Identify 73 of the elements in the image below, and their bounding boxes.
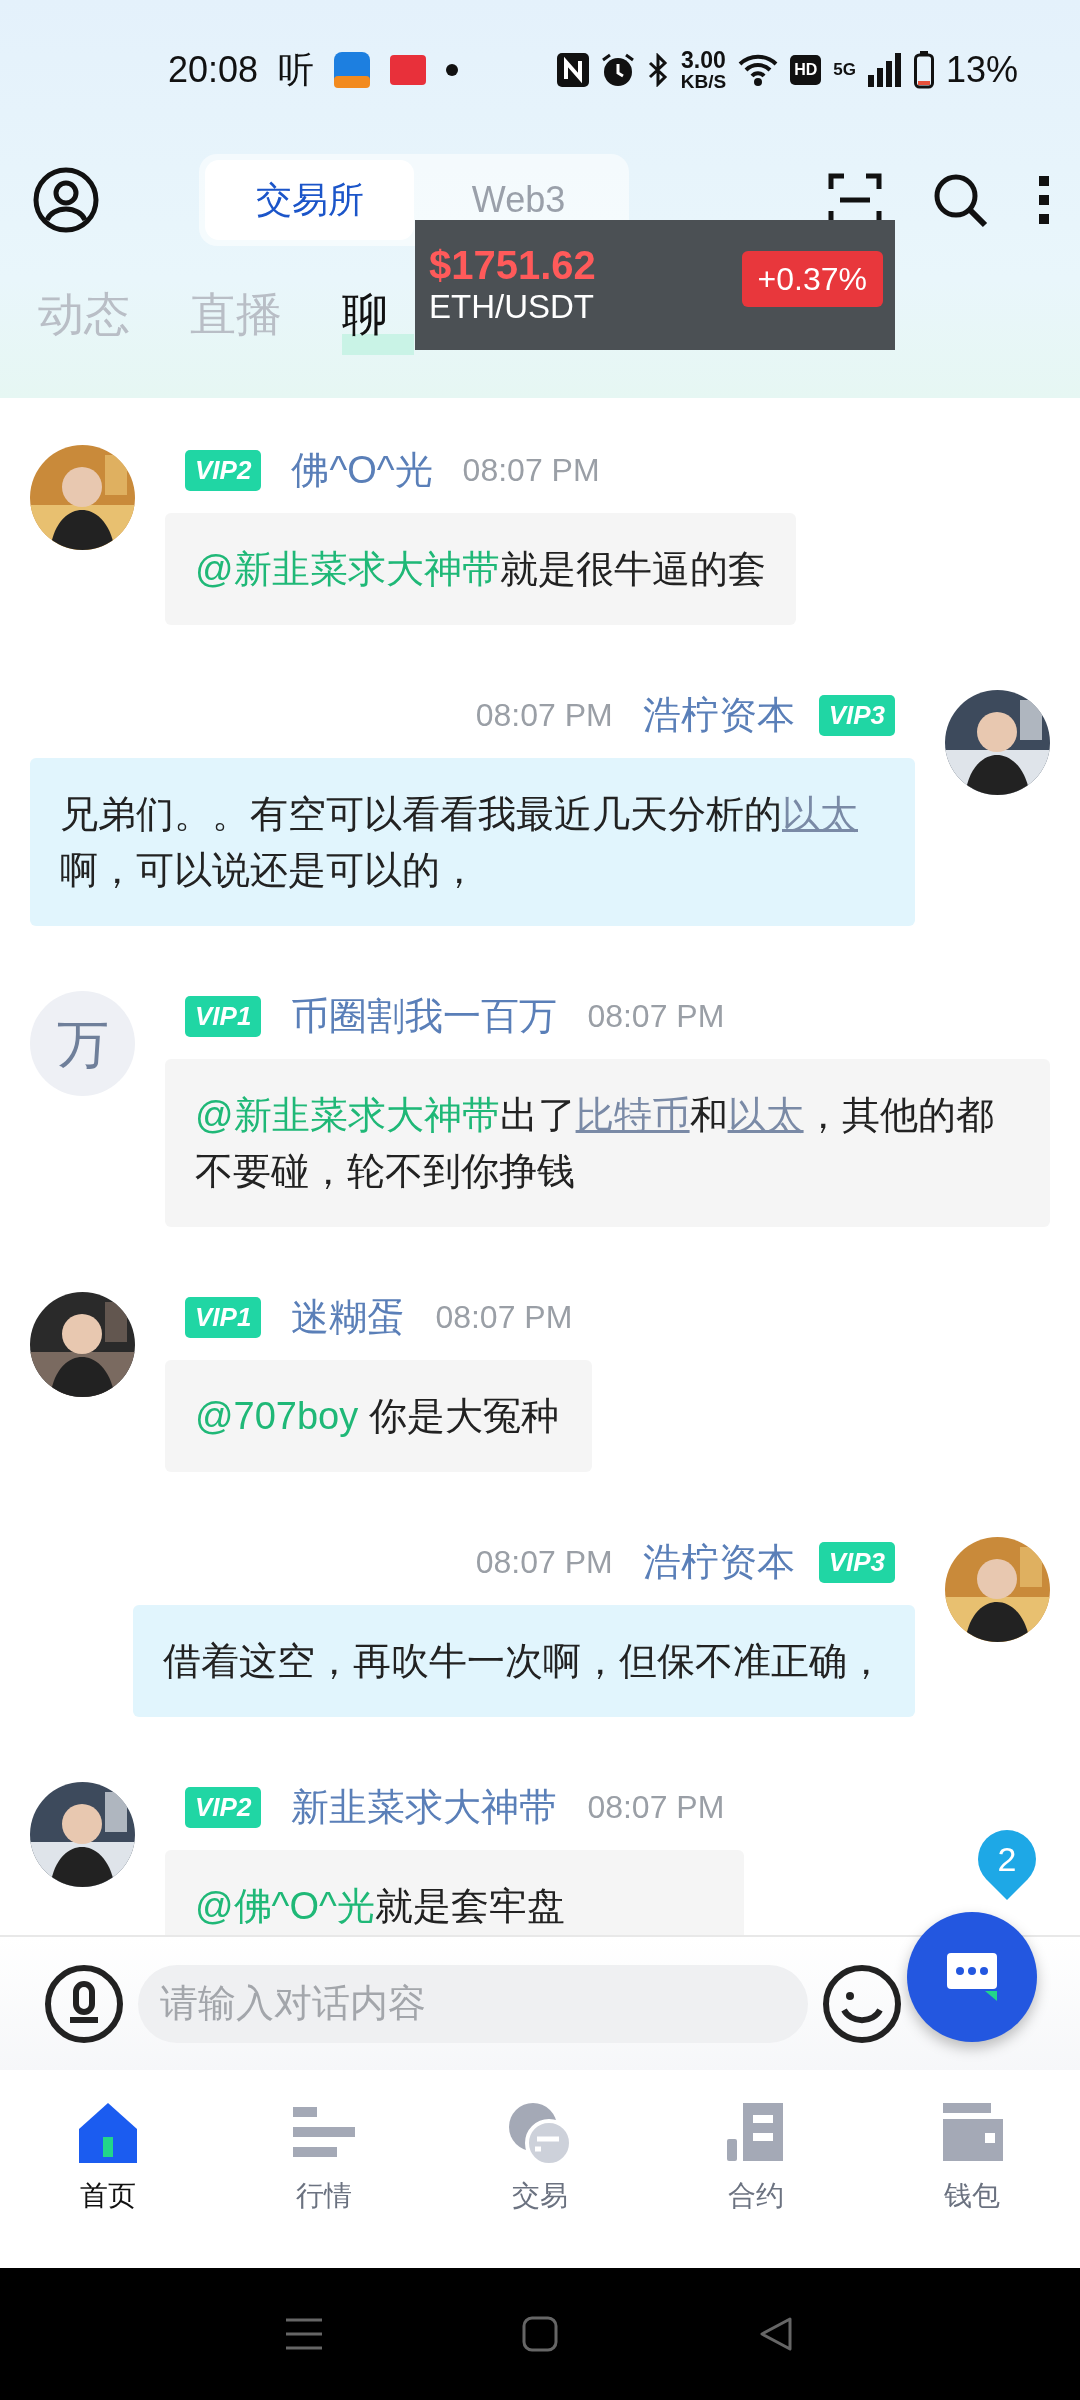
topic-link[interactable]: 比特币 [575, 1094, 690, 1136]
more-icon[interactable] [1038, 175, 1050, 225]
mention-link[interactable]: @新韭菜求大神带 [195, 548, 500, 590]
speed-unit: KB/S [680, 72, 727, 91]
network-type: 5G [833, 59, 856, 82]
profile-icon[interactable] [33, 167, 99, 233]
message-time: 08:07 PM [435, 1298, 573, 1337]
nav-label: 行情 [296, 2179, 352, 2213]
nav-label: 钱包 [944, 2179, 1000, 2213]
back-icon[interactable] [758, 2316, 794, 2352]
user-name[interactable]: 佛^O^光 [291, 441, 433, 499]
topic-link[interactable]: 以太 [782, 793, 858, 835]
vip-badge: VIP2 [185, 449, 262, 491]
battery-level: 13% [945, 48, 1018, 92]
mention-link[interactable]: @佛^O^光 [195, 1885, 375, 1927]
mention-link[interactable]: @707boy [195, 1395, 359, 1437]
message-time: 08:07 PM [587, 1788, 725, 1827]
user-name[interactable]: 迷糊蛋 [291, 1288, 406, 1346]
nav-tab[interactable]: 合约 [648, 2098, 864, 2268]
home-icon[interactable] [522, 2316, 558, 2352]
topic-link[interactable]: 以太 [727, 1094, 804, 1136]
nav-label: 首页 [80, 2179, 136, 2213]
nfc-icon [556, 53, 589, 87]
message-time: 08:07 PM [475, 1543, 613, 1582]
app-glyph: 听 [278, 48, 315, 92]
app-icon [390, 55, 427, 85]
change-tag: +0.37% [741, 251, 883, 307]
nav-tab[interactable]: 首页 [0, 2098, 216, 2268]
search-icon[interactable] [932, 172, 988, 228]
avatar: 万 [30, 991, 135, 1096]
network-speed: 3.00 [680, 49, 727, 72]
user-name[interactable]: 新韭菜求大神带 [291, 1778, 558, 1836]
vip-badge: VIP3 [818, 1541, 895, 1583]
price-tooltip[interactable]: $1751.62 ETH/USDT +0.37% [415, 220, 895, 350]
smiley-icon[interactable] [822, 1963, 902, 2044]
message-time: 08:07 PM [462, 451, 600, 490]
battery-icon [913, 51, 934, 89]
wifi-icon [738, 54, 779, 86]
nav-tab[interactable]: 行情 [216, 2098, 432, 2268]
clock-time: 20:08 [168, 48, 259, 92]
bluetooth-icon [646, 53, 669, 87]
message-text: @新韭菜求大神带就是很牛逼的套 [195, 547, 766, 592]
ticker-price: $1751.62 [429, 243, 596, 288]
user-name[interactable]: 浩柠资本 [642, 1533, 795, 1591]
menu-icon[interactable] [286, 2317, 322, 2351]
message-text: 借着这空，再吹牛一次啊，但保不准正确， [163, 1639, 885, 1684]
message-text: @707boy 你是大冤种 [195, 1394, 560, 1439]
app-icon [334, 52, 371, 88]
vip-badge: VIP3 [818, 694, 895, 736]
message-time: 08:07 PM [475, 696, 613, 735]
dot-icon [446, 64, 459, 76]
microphone-icon[interactable] [44, 1963, 124, 2044]
user-name[interactable]: 币圈割我一百万 [291, 987, 558, 1045]
nav-tab[interactable]: 钱包 [864, 2098, 1080, 2268]
segment-tab[interactable]: 交易所 [205, 160, 414, 240]
message-text: @佛^O^光就是套牢盘 [195, 1884, 566, 1929]
message-input[interactable]: 请输入对话内容 [138, 1964, 808, 2043]
alarm-icon [600, 53, 635, 87]
vip-badge: VIP1 [185, 995, 262, 1037]
vip-badge: VIP1 [185, 1296, 262, 1338]
vip-badge: VIP2 [185, 1786, 262, 1828]
nav-label: 交易 [512, 2179, 568, 2213]
ticker-pair: ETH/USDT [429, 287, 594, 327]
mention-link[interactable]: @新韭菜求大神带 [195, 1094, 500, 1136]
hd-indicator: HD [790, 55, 822, 85]
nav-label: 合约 [728, 2179, 784, 2213]
message-text: @新韭菜求大神带出了 比特币和以太，其他的都不要碰，轮不到你挣钱 [195, 1093, 995, 1194]
message-text: 兄弟们。。有空可以看看我最近几天分析的以太 啊，可以说还是可以的， [60, 792, 859, 893]
signal-icon [867, 53, 902, 87]
message-time: 08:07 PM [587, 997, 725, 1036]
chat-icon [945, 1951, 999, 2003]
user-name[interactable]: 浩柠资本 [642, 686, 795, 744]
nav-tab[interactable]: 交易 [432, 2098, 648, 2268]
